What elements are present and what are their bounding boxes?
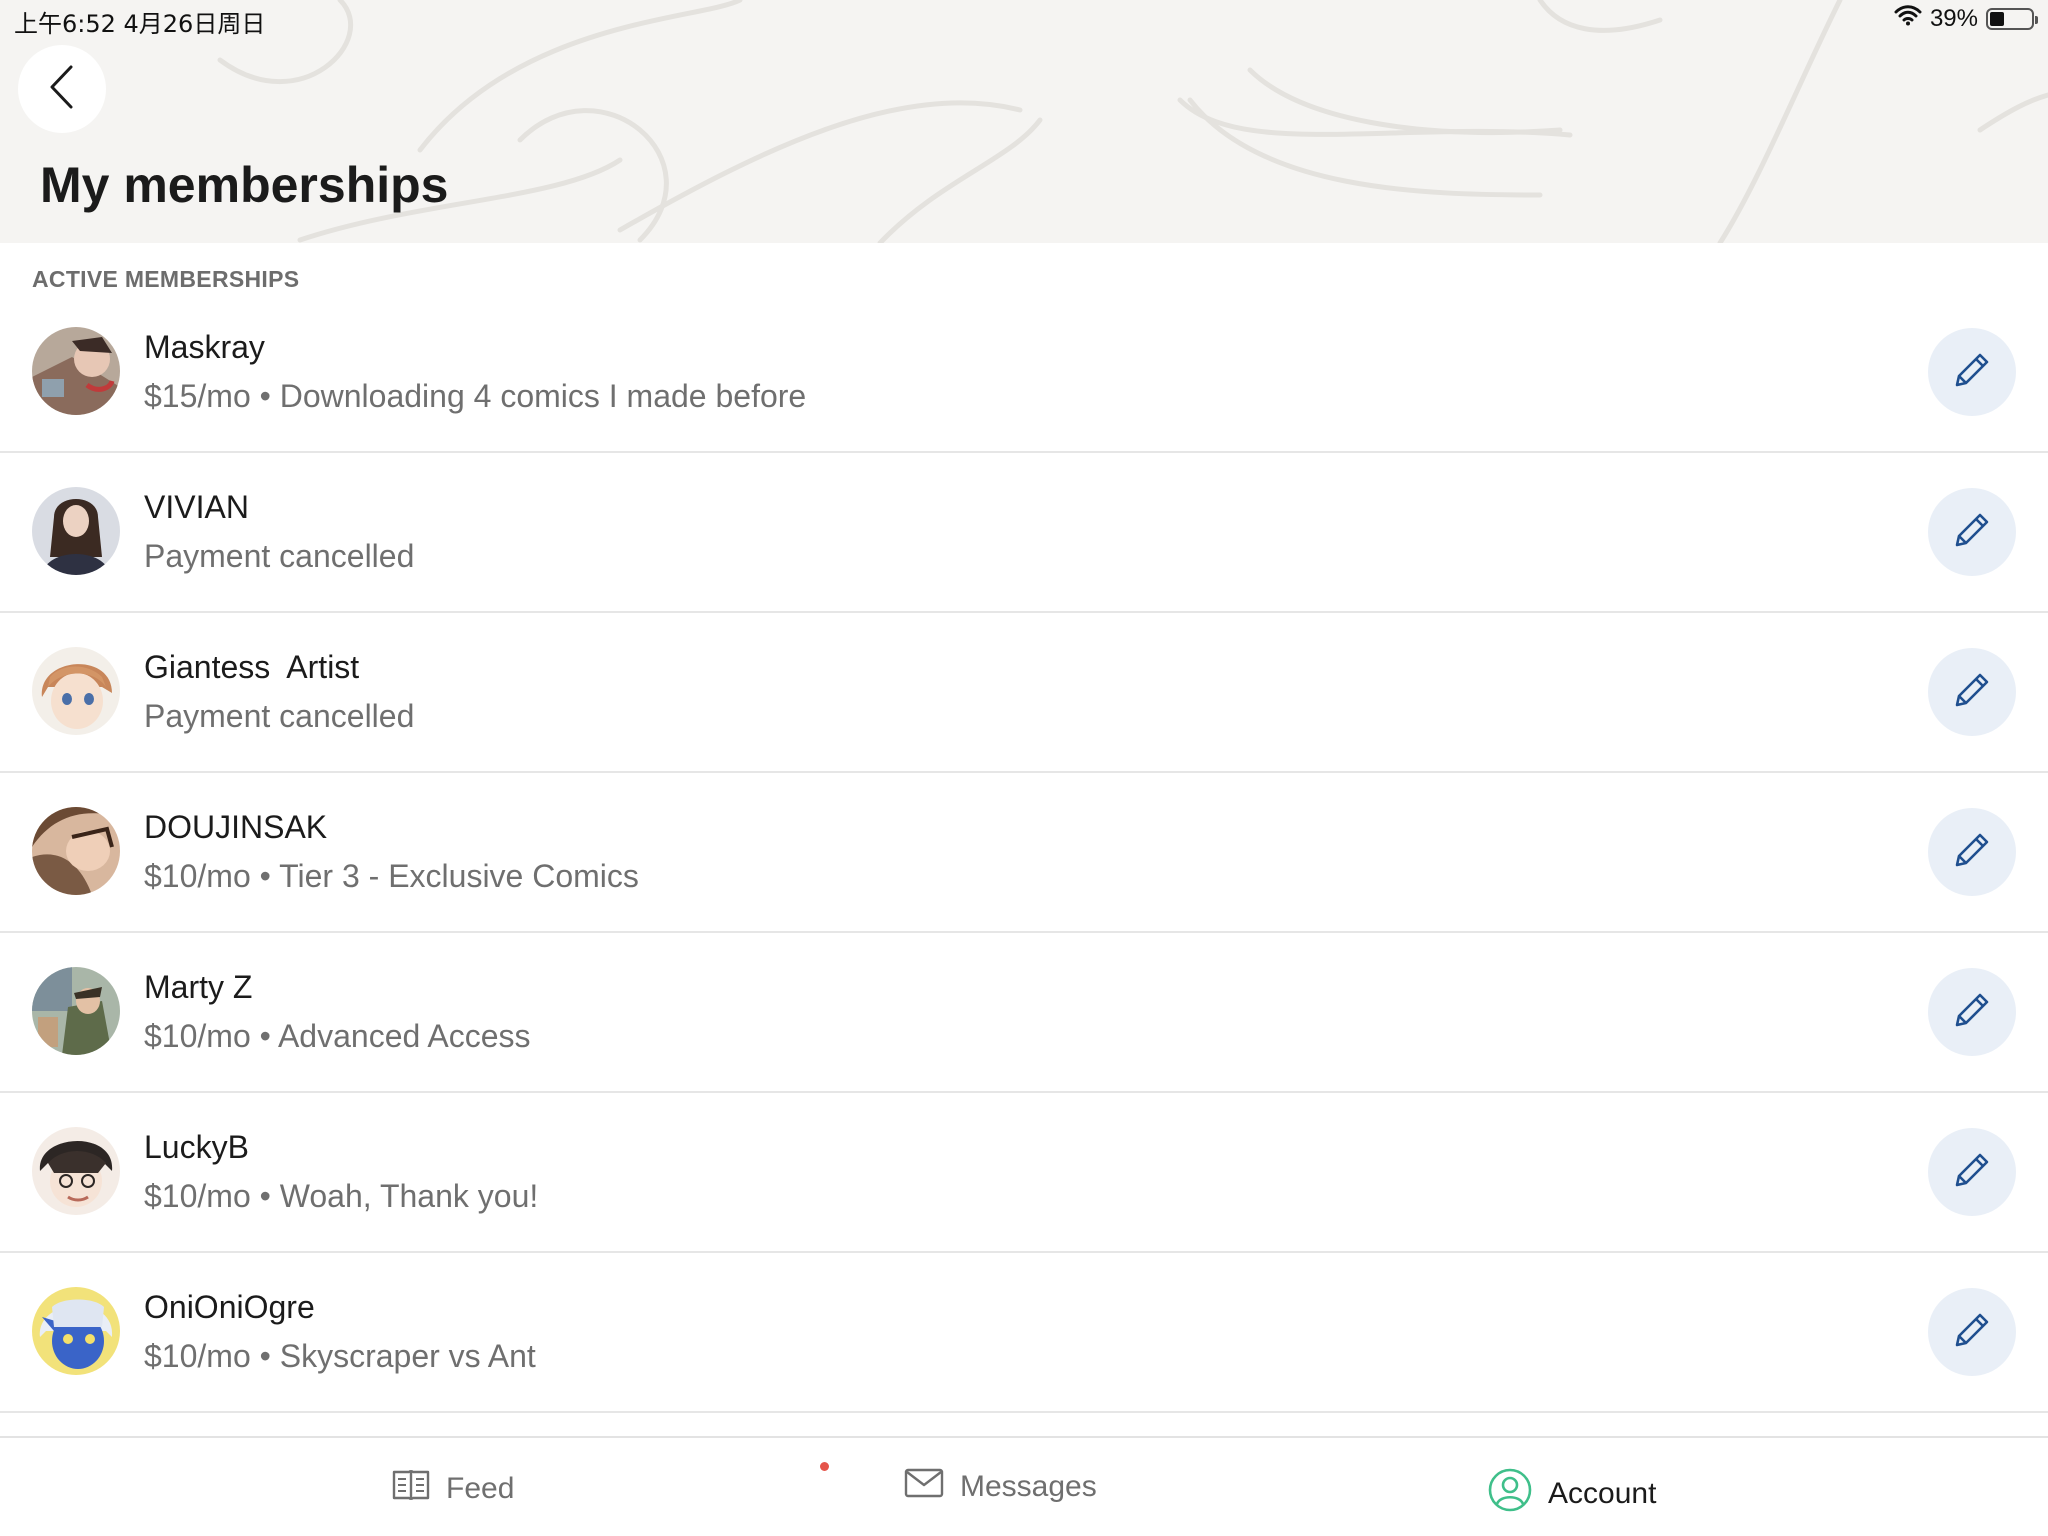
list-item[interactable]: VIVIAN Payment cancelled	[0, 453, 2048, 613]
avatar	[32, 1127, 120, 1215]
section-label: ACTIVE MEMBERSHIPS	[32, 266, 300, 292]
avatar	[32, 327, 120, 415]
membership-detail: $10/mo • Advanced Access	[144, 1018, 531, 1054]
creator-name: LuckyB	[144, 1129, 249, 1165]
list-item[interactable]: Maskray $15/mo • Downloading 4 comics I …	[0, 293, 2048, 453]
book-open-icon	[392, 1468, 430, 1510]
pencil-icon	[1949, 1307, 1995, 1358]
wifi-icon	[1894, 4, 1922, 33]
status-time: 上午6:52 4月26日周日	[14, 10, 266, 38]
avatar	[32, 967, 120, 1055]
creator-name: OniOniOgre	[144, 1289, 315, 1325]
creator-name: Giantess Artist	[144, 649, 360, 685]
avatar	[32, 647, 120, 735]
avatar	[32, 807, 120, 895]
pencil-icon	[1949, 1147, 1995, 1198]
user-circle-icon	[1488, 1468, 1532, 1520]
edit-button[interactable]	[1928, 648, 2016, 736]
edit-button[interactable]	[1928, 1128, 2016, 1216]
tab-bar: Feed Messages Account	[0, 1436, 2048, 1536]
tab-feed[interactable]: Feed	[392, 1468, 514, 1510]
battery-icon	[1986, 7, 2038, 30]
envelope-icon	[904, 1468, 944, 1506]
edit-button[interactable]	[1928, 1288, 2016, 1376]
list-item[interactable]: OniOniOgre $10/mo • Skyscraper vs Ant	[0, 1253, 2048, 1413]
tab-messages-label: Messages	[960, 1470, 1097, 1503]
edit-button[interactable]	[1928, 968, 2016, 1056]
edit-button[interactable]	[1928, 328, 2016, 416]
chevron-left-icon	[47, 64, 77, 115]
pencil-icon	[1949, 667, 1995, 718]
header: 上午6:52 4月26日周日 39% My memberships	[0, 0, 2048, 243]
status-indicators: 39%	[1894, 4, 2038, 33]
tab-feed-label: Feed	[446, 1472, 515, 1505]
list-item[interactable]: LuckyB $10/mo • Woah, Thank you!	[0, 1093, 2048, 1253]
creator-name: Marty Z	[144, 969, 253, 1005]
edit-button[interactable]	[1928, 808, 2016, 896]
membership-detail: Payment cancelled	[144, 538, 415, 574]
creator-name: DOUJINSAK	[144, 809, 328, 845]
page-title: My memberships	[40, 157, 449, 213]
list-item[interactable]: DOUJINSAK $10/mo • Tier 3 - Exclusive Co…	[0, 773, 2048, 933]
battery-percentage: 39%	[1929, 4, 1978, 32]
creator-name: VIVIAN	[144, 489, 249, 525]
pencil-icon	[1949, 347, 1995, 398]
creator-name: Maskray	[144, 329, 265, 365]
status-bar: 上午6:52 4月26日周日 39%	[0, 0, 2048, 40]
edit-button[interactable]	[1928, 488, 2016, 576]
pencil-icon	[1949, 987, 1995, 1038]
membership-detail: Payment cancelled	[144, 698, 415, 734]
list-item[interactable]: Marty Z $10/mo • Advanced Access	[0, 933, 2048, 1093]
notification-dot	[820, 1462, 829, 1471]
tab-messages[interactable]: Messages	[904, 1468, 1097, 1506]
avatar	[32, 1287, 120, 1375]
tab-account-label: Account	[1548, 1477, 1657, 1510]
pencil-icon	[1949, 827, 1995, 878]
membership-detail: $15/mo • Downloading 4 comics I made bef…	[144, 378, 807, 414]
back-button[interactable]	[18, 45, 106, 133]
membership-detail: $10/mo • Woah, Thank you!	[144, 1178, 539, 1214]
list-item[interactable]: Giantess Artist Payment cancelled	[0, 613, 2048, 773]
membership-detail: $10/mo • Skyscraper vs Ant	[144, 1338, 536, 1374]
avatar	[32, 487, 120, 575]
membership-detail: $10/mo • Tier 3 - Exclusive Comics	[144, 858, 639, 894]
pencil-icon	[1949, 507, 1995, 558]
membership-list: Maskray $15/mo • Downloading 4 comics I …	[0, 293, 2048, 1413]
tab-account[interactable]: Account	[1488, 1468, 1656, 1520]
